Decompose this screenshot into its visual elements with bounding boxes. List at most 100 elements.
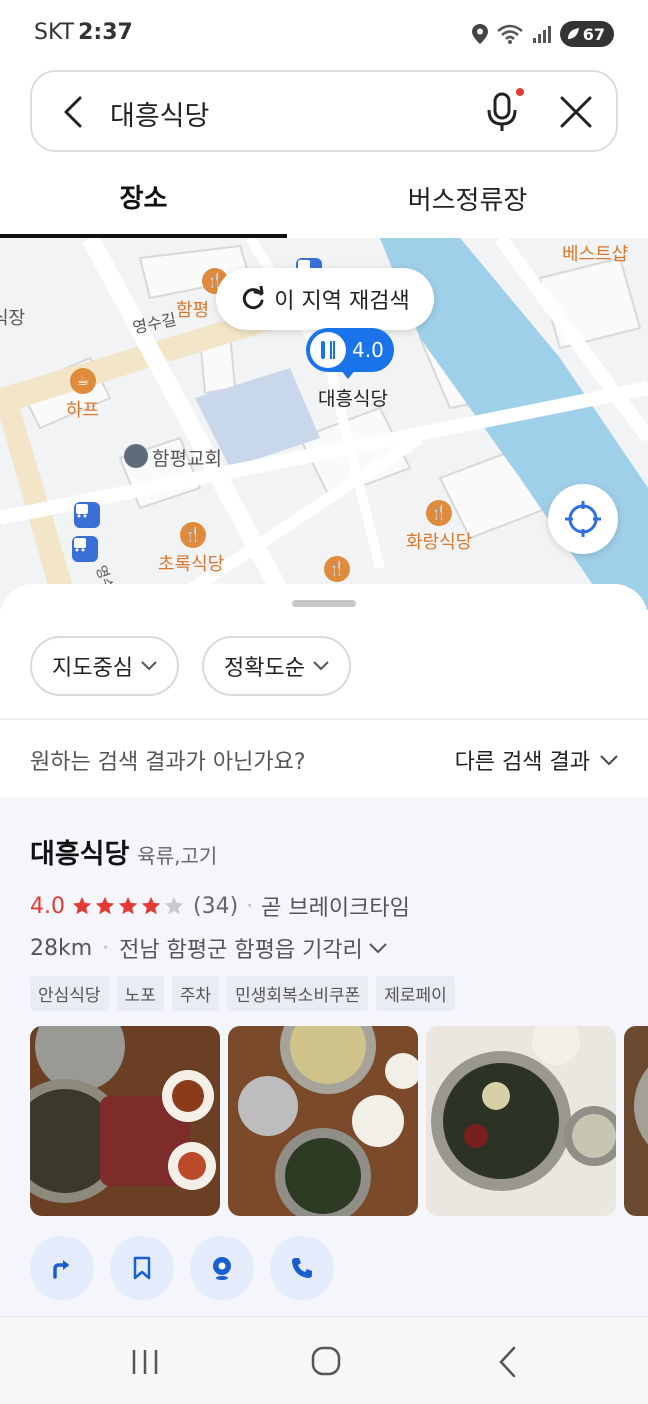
alternate-results-question: 원하는 검색 결과가 아닌가요? <box>30 750 306 775</box>
map-label-chorok[interactable]: 초록식당 <box>158 550 224 576</box>
chevron-down-icon[interactable] <box>369 942 387 954</box>
bus-stop-icon[interactable] <box>72 536 98 562</box>
status-time-area: SKT 2:37 <box>34 20 133 45</box>
location-icon <box>471 24 488 44</box>
map-label-hampyeong[interactable]: 함평 <box>176 296 209 322</box>
directions-button[interactable] <box>30 1236 94 1300</box>
chevron-down-icon <box>141 661 157 671</box>
tag: 안심식당 <box>30 976 109 1011</box>
star-icon <box>141 896 161 915</box>
chevron-down-icon <box>600 754 618 765</box>
refresh-icon <box>243 286 264 310</box>
place-result-card[interactable]: 대흥식당 육류,고기 4.0 (34) · 곧 브레이크타임 28km · 전남 … <box>0 798 648 1320</box>
search-input[interactable]: 대흥식당 <box>110 94 209 133</box>
chevron-down-icon <box>313 661 329 671</box>
current-location-button[interactable] <box>548 484 618 554</box>
restaurant-poi-icon[interactable]: 🍴 <box>180 522 206 548</box>
crosshair-icon <box>565 501 601 537</box>
address-row[interactable]: 28km · 전남 함평군 함평읍 기각리 <box>30 932 387 964</box>
directions-icon <box>53 1260 69 1279</box>
other-results-link[interactable]: 다른 검색 결과 <box>455 744 618 776</box>
marker-rating: 4.0 <box>352 338 384 362</box>
review-count[interactable]: (34) <box>193 894 238 919</box>
address: 전남 함평군 함평읍 기각리 <box>119 938 363 963</box>
star-icon <box>164 896 184 915</box>
recent-apps-icon[interactable] <box>130 1347 160 1377</box>
signal-icon <box>532 26 551 43</box>
location-pin-icon <box>213 1257 231 1280</box>
action-buttons <box>30 1236 334 1300</box>
results-sheet: 지도중심 정확도순 원하는 검색 결과가 아닌가요? 다른 검색 결과 대흥식당… <box>0 584 648 1320</box>
cafe-poi-icon[interactable]: ☕ <box>70 368 96 394</box>
marker-place-name[interactable]: 대흥식당 <box>318 384 388 411</box>
tag: 민생회복소비쿠폰 <box>227 976 369 1011</box>
tab-bar: 장소 버스정류장 <box>0 158 648 238</box>
place-category: 육류,고기 <box>137 844 218 868</box>
food-photo[interactable] <box>228 1026 418 1216</box>
tag: 제로페이 <box>376 976 455 1011</box>
filter-label: 정확도순 <box>224 656 305 681</box>
tab-bus-stops[interactable]: 버스정류장 <box>287 158 648 238</box>
food-photo[interactable] <box>30 1026 220 1216</box>
tab-places[interactable]: 장소 <box>0 158 287 238</box>
star-icon <box>118 896 138 915</box>
map-label-hwarang[interactable]: 화랑식당 <box>406 528 472 554</box>
save-button[interactable] <box>110 1236 174 1300</box>
home-icon[interactable] <box>310 1345 342 1377</box>
place-name[interactable]: 대흥식당 <box>30 839 129 870</box>
star-icon <box>95 896 115 915</box>
restaurant-poi-icon[interactable]: 🍴 <box>426 500 452 526</box>
rescan-area-button[interactable]: 이 지역 재검색 <box>216 268 434 330</box>
map-label-sikjang: 식장 <box>0 308 26 329</box>
filter-sort-accuracy[interactable]: 정확도순 <box>202 636 351 696</box>
microphone-icon[interactable] <box>482 90 522 134</box>
distance: 28km <box>30 935 93 961</box>
marker-pointer <box>340 369 356 379</box>
tag: 주차 <box>171 976 220 1011</box>
system-nav-bar <box>0 1316 648 1404</box>
leaf-icon <box>567 28 579 39</box>
filter-label: 지도중심 <box>52 656 133 681</box>
back-icon[interactable] <box>496 1345 520 1379</box>
other-results-label: 다른 검색 결과 <box>454 750 590 775</box>
map-label-church[interactable]: 함평교회 <box>152 444 222 471</box>
photo-carousel[interactable] <box>30 1026 648 1218</box>
selected-place-marker[interactable]: 4.0 <box>306 328 394 372</box>
back-arrow-icon[interactable] <box>54 92 94 132</box>
food-photo[interactable] <box>426 1026 616 1216</box>
restaurant-poi-icon[interactable]: 🍴 <box>324 556 350 582</box>
wifi-icon <box>496 24 523 44</box>
location-button[interactable] <box>190 1236 254 1300</box>
food-photo[interactable] <box>624 1026 648 1216</box>
battery-indicator: 67 <box>559 21 614 47</box>
rating-stars <box>71 895 185 917</box>
mic-notification-dot <box>516 88 524 96</box>
close-icon[interactable] <box>558 94 594 130</box>
map-label-hap[interactable]: 하프 <box>66 396 99 422</box>
call-button[interactable] <box>270 1236 334 1300</box>
tag: 노포 <box>116 976 164 1011</box>
rating-row: 4.0 (34) · 곧 브레이크타임 <box>30 890 410 922</box>
status-bar: SKT 2:37 67 <box>0 0 648 66</box>
battery-level: 67 <box>582 24 605 44</box>
rating-score: 4.0 <box>30 893 65 919</box>
separator-dot: · <box>102 935 110 961</box>
business-status: 곧 브레이크타임 <box>261 896 410 921</box>
rescan-label: 이 지역 재검색 <box>274 289 410 314</box>
bus-stop-icon[interactable] <box>74 502 100 528</box>
separator-dot: · <box>246 893 254 919</box>
restaurant-icon <box>310 332 346 368</box>
sheet-drag-handle[interactable] <box>292 600 356 607</box>
place-name-row[interactable]: 대흥식당 육류,고기 <box>30 832 217 871</box>
bookmark-icon <box>133 1256 151 1280</box>
alternate-results-row: 원하는 검색 결과가 아닌가요? 다른 검색 결과 <box>0 720 648 800</box>
carrier-label: SKT <box>34 20 75 45</box>
phone-icon <box>292 1258 312 1278</box>
star-icon <box>72 896 92 915</box>
map-label-best-shop[interactable]: 베스트샵 <box>562 240 628 266</box>
church-icon[interactable] <box>124 444 148 468</box>
tag-list: 안심식당 노포 주차 민생회복소비쿠폰 제로페이 <box>30 976 455 1011</box>
status-icons: 67 <box>471 20 614 48</box>
filter-map-center[interactable]: 지도중심 <box>30 636 179 696</box>
search-bar[interactable]: 대흥식당 <box>30 70 618 152</box>
